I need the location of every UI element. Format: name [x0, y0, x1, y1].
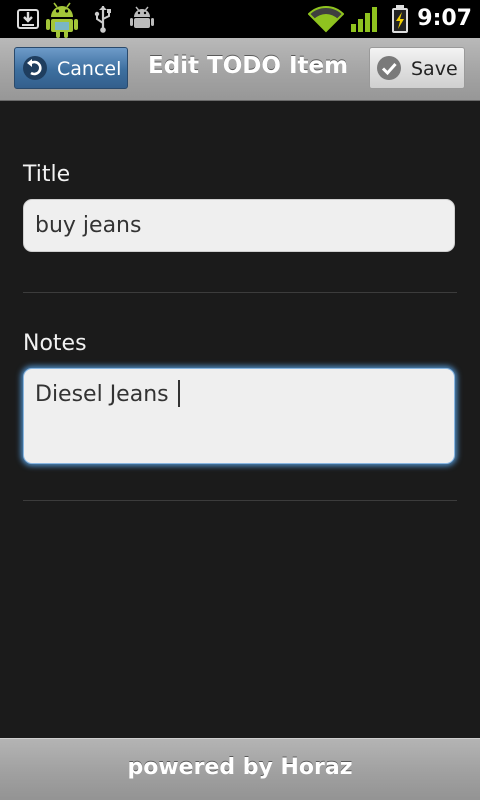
- title-input[interactable]: buy jeans: [23, 199, 455, 252]
- checkmark-icon: [377, 56, 401, 80]
- notes-input-value: Diesel Jeans: [35, 382, 169, 407]
- clock: 9:07: [417, 6, 472, 31]
- save-label: Save: [411, 58, 458, 80]
- notes-input[interactable]: Diesel Jeans: [23, 368, 455, 464]
- action-bar: Cancel Edit TODO Item Save: [0, 38, 480, 101]
- wifi-icon: [308, 5, 344, 33]
- debug-icon: [130, 6, 154, 28]
- android-icon: [46, 2, 78, 38]
- text-cursor: [177, 380, 180, 407]
- title-label: Title: [23, 162, 71, 187]
- battery-charging-icon: [392, 5, 408, 33]
- footer-bar: powered by Horaz: [0, 738, 480, 800]
- page-title: Edit TODO Item: [148, 53, 349, 79]
- divider: [23, 292, 457, 293]
- footer-text: powered by Horaz: [127, 755, 353, 780]
- save-button[interactable]: Save: [369, 47, 465, 89]
- usb-icon: [94, 6, 111, 33]
- cancel-label: Cancel: [57, 58, 122, 80]
- title-input-value: buy jeans: [35, 213, 142, 238]
- download-icon: [17, 9, 39, 29]
- signal-icon: [351, 7, 377, 32]
- divider: [23, 500, 457, 501]
- cancel-button[interactable]: Cancel: [14, 47, 128, 89]
- notes-label: Notes: [23, 331, 87, 356]
- status-bar: 9:07: [0, 0, 480, 38]
- screen: 9:07 Cancel Edit TODO Item Save Title bu…: [0, 0, 480, 800]
- undo-icon: [23, 56, 47, 80]
